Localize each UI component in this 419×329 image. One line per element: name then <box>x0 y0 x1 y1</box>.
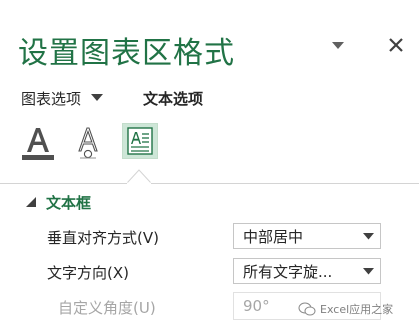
text-fill-outline-tab[interactable] <box>19 124 57 162</box>
text-fill-outline-icon <box>22 128 54 160</box>
close-button[interactable] <box>385 34 407 56</box>
custom-angle-label: 自定义角度(U) <box>58 299 156 317</box>
section-title: 文本框 <box>46 193 92 212</box>
vertical-alignment-value: 中部居中 <box>243 227 304 246</box>
chevron-down-icon <box>91 94 104 101</box>
chevron-down-icon <box>362 232 374 239</box>
tab-text-options-label: 文本选项 <box>143 89 204 108</box>
text-direction-value: 所有文字旋... <box>243 262 333 281</box>
wechat-icon <box>298 302 316 316</box>
vertical-alignment-label: 垂直对齐方式(V) <box>47 229 159 247</box>
text-effects-icon <box>78 127 98 159</box>
textbox-tab[interactable] <box>122 123 158 159</box>
expand-triangle-icon <box>26 197 36 207</box>
selected-tab-pointer <box>127 169 151 184</box>
tab-text-options[interactable]: 文本选项 <box>143 87 203 109</box>
section-divider <box>0 183 419 184</box>
textbox-icon <box>127 127 153 155</box>
pane-options-button[interactable] <box>331 40 345 52</box>
pane-title: 设置图表区格式 <box>18 36 235 71</box>
watermark-text: Excel应用之家 <box>320 303 394 316</box>
close-icon <box>389 38 403 52</box>
text-effects-tab[interactable] <box>70 122 106 162</box>
vertical-alignment-dropdown[interactable]: 中部居中 <box>233 223 381 249</box>
watermark: Excel应用之家 <box>298 300 393 318</box>
textbox-section-header[interactable]: 文本框 <box>26 191 91 213</box>
text-direction-label: 文字方向(X) <box>47 264 129 282</box>
custom-angle-value: 90° <box>243 297 270 315</box>
tab-chart-options-label: 图表选项 <box>21 89 82 108</box>
tab-chart-options[interactable]: 图表选项 <box>21 87 104 109</box>
text-direction-dropdown[interactable]: 所有文字旋... <box>233 258 381 284</box>
chevron-down-icon <box>332 42 344 49</box>
chevron-down-icon <box>362 267 374 274</box>
